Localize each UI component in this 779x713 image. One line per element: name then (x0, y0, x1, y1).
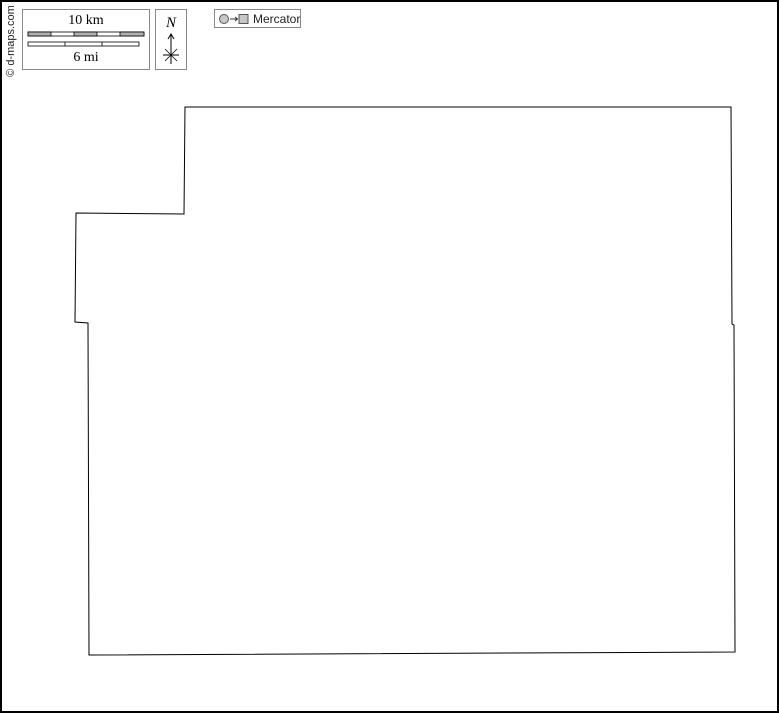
map-canvas (74, 106, 736, 656)
county-boundary (74, 106, 736, 656)
